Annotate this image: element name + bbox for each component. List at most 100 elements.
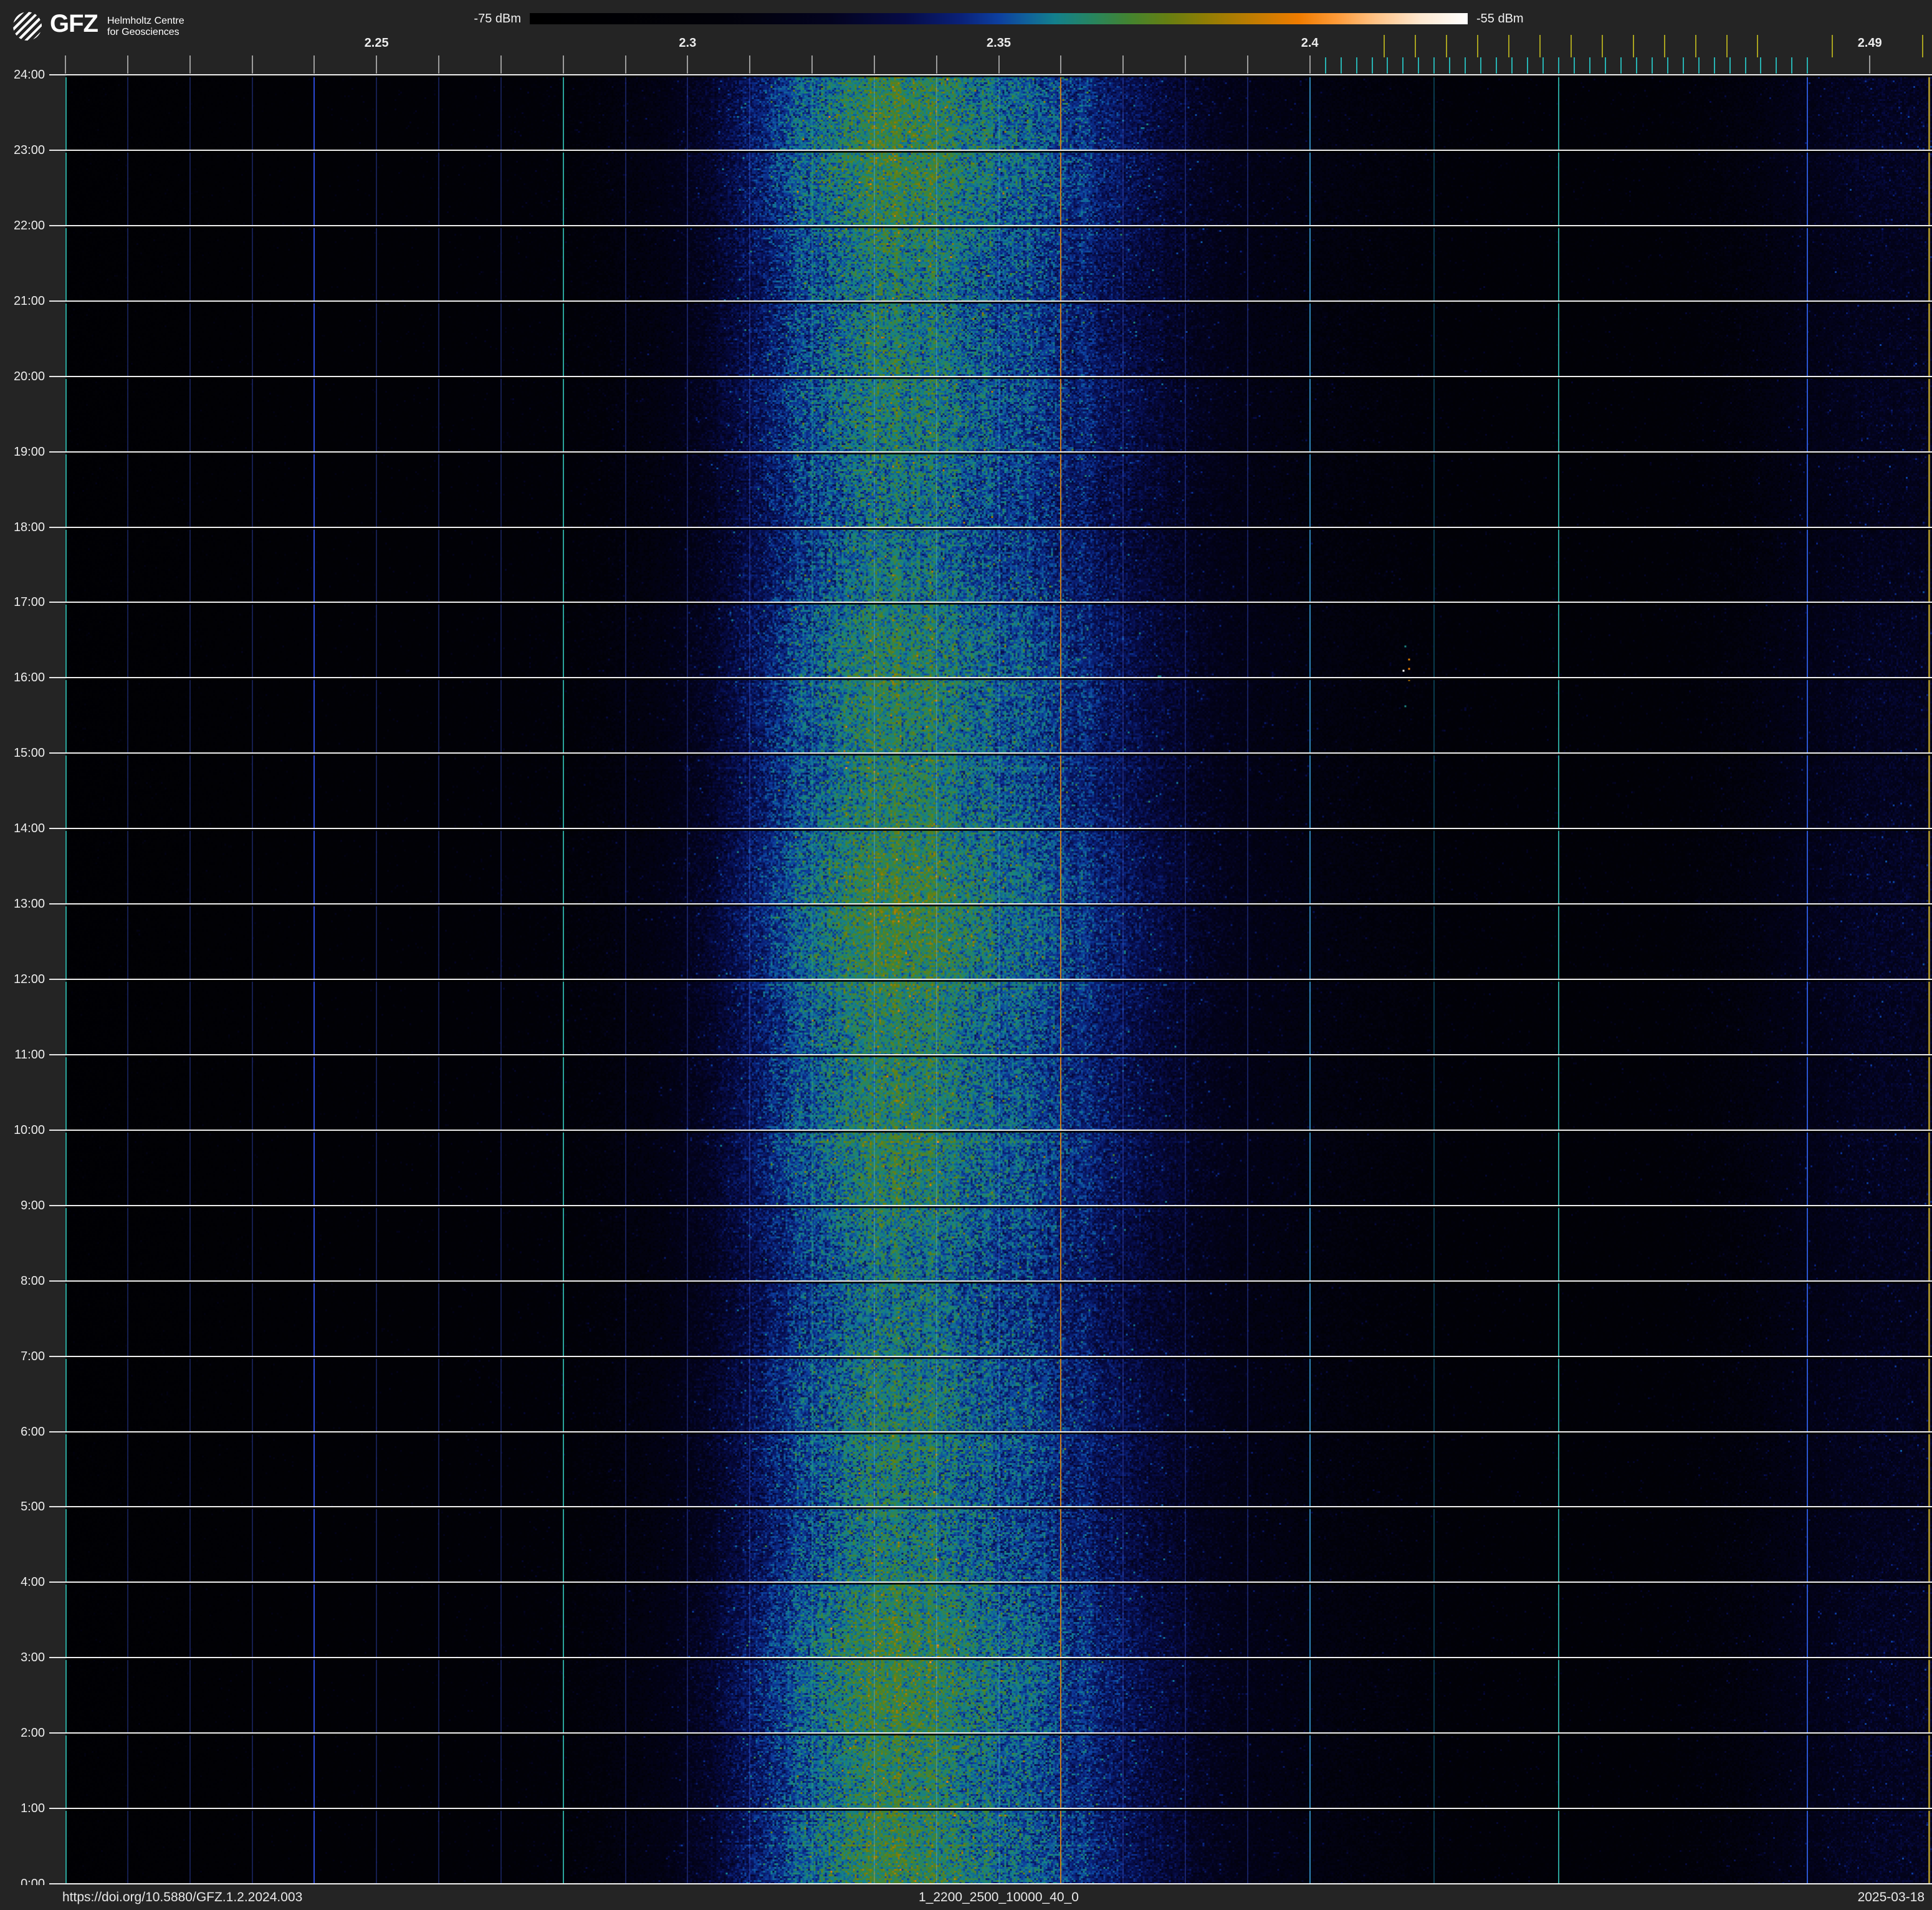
hour-tick [49,1204,65,1206]
freq-tick [811,55,813,74]
wifi-band-tick [1418,57,1420,74]
hour-gridline [65,451,1932,454]
hour-label: 16:00 [13,671,45,685]
freq-tick [500,55,502,74]
freq-tick [624,55,626,74]
wifi-band-tick [1620,57,1622,74]
hour-label: 1:00 [21,1802,45,1816]
wifi-band-tick [1604,57,1606,74]
freq-tick [1309,55,1311,74]
hour-gridline [65,1355,1932,1359]
hour-label: 8:00 [21,1274,45,1288]
wifi-band-tick [1776,57,1777,74]
hour-gridline [65,300,1932,304]
colorbar-min-label: -75 dBm [474,12,521,26]
footer-bar: https://doi.org/10.5880/GFZ.1.2.2024.003… [0,1885,1932,1910]
wifi-band-tick [1682,57,1684,74]
doi-link[interactable]: https://doi.org/10.5880/GFZ.1.2.2024.003 [62,1885,302,1910]
wifi-band-tick [1465,57,1466,74]
colorbar-max-label: -55 dBm [1476,12,1524,26]
hour-gridline [65,903,1932,907]
wifi-band-tick [1542,57,1544,74]
spectrogram-plot [65,74,1932,1884]
wifi-band-tick [1371,57,1373,74]
hour-label: 19:00 [13,444,45,459]
freq-tick [562,55,564,74]
freq-tick-label: 2.35 [987,36,1011,50]
hour-label: 13:00 [13,897,45,911]
hour-label: 10:00 [13,1123,45,1137]
freq-tick [998,55,1000,74]
hour-tick [49,74,65,75]
wifi-band-tick [1713,57,1715,74]
hour-gridline [65,1732,1932,1736]
wifi-channel-tick [1415,35,1417,57]
hour-tick [49,1883,65,1884]
wifi-channel-tick [1384,35,1385,57]
wifi-channel-tick [1726,35,1728,57]
wifi-band-tick [1433,57,1435,74]
wifi-band-tick [1667,57,1668,74]
hour-gridline [65,526,1932,530]
gfz-subtitle-line1: Helmholtz Centre [107,16,184,26]
freq-tick-label: 2.25 [364,36,389,50]
freq-tick [1060,55,1062,74]
freq-tick [438,55,439,74]
wifi-band-tick [1402,57,1404,74]
wifi-channel-tick [1695,35,1696,57]
hour-label: 5:00 [21,1500,45,1514]
freq-tick [127,55,128,74]
hour-gridline [65,979,1932,982]
hour-label: 18:00 [13,520,45,534]
hour-tick [49,1355,65,1357]
wifi-band-tick [1760,57,1762,74]
wifi-band-tick [1744,57,1746,74]
freq-tick-label: 2.3 [679,36,697,50]
hour-tick [49,1581,65,1583]
wifi-band-tick [1698,57,1700,74]
hour-gridline [65,1581,1932,1585]
hour-tick [49,1129,65,1131]
hour-gridline [65,1280,1932,1284]
hour-tick [49,1506,65,1508]
hour-tick [49,828,65,830]
hour-tick [49,1732,65,1734]
wifi-band-tick [1356,57,1357,74]
wifi-band-tick [1791,57,1793,74]
hour-gridline [65,1129,1932,1133]
hour-tick [49,149,65,151]
freq-tick [1122,55,1124,74]
freq-tick [189,55,191,74]
date-label: 2025-03-18 [1857,1890,1925,1904]
hour-gridline [65,375,1932,379]
gfz-logo-text: GFZ [50,10,98,37]
hour-tick [49,526,65,528]
hour-label: 9:00 [21,1198,45,1212]
hour-gridline [65,1506,1932,1510]
wifi-band-tick [1635,57,1637,74]
freq-tick [1246,55,1248,74]
hour-label: 4:00 [21,1575,45,1590]
hour-tick [49,752,65,754]
freq-tick [687,55,689,74]
freq-tick [873,55,875,74]
hour-tick [49,224,65,226]
wifi-channel-tick [1446,35,1448,57]
wifi-channel-tick [1663,35,1665,57]
hour-label: 14:00 [13,822,45,836]
hour-gridline [65,74,1932,77]
hour-label: 24:00 [13,68,45,82]
hour-label: 22:00 [13,218,45,233]
hour-tick [49,1808,65,1810]
hour-label: 2:00 [21,1726,45,1740]
wifi-channel-tick [1508,35,1510,57]
hour-label: 15:00 [13,746,45,761]
wifi-channel-tick [1757,35,1759,57]
wifi-band-tick [1729,57,1731,74]
hour-tick [49,602,65,603]
wifi-channel-tick [1922,35,1924,57]
hour-gridline [65,1053,1932,1057]
hour-tick [49,677,65,679]
gfz-subtitle-line2: for Geosciences [107,27,179,37]
hour-tick [49,1280,65,1282]
